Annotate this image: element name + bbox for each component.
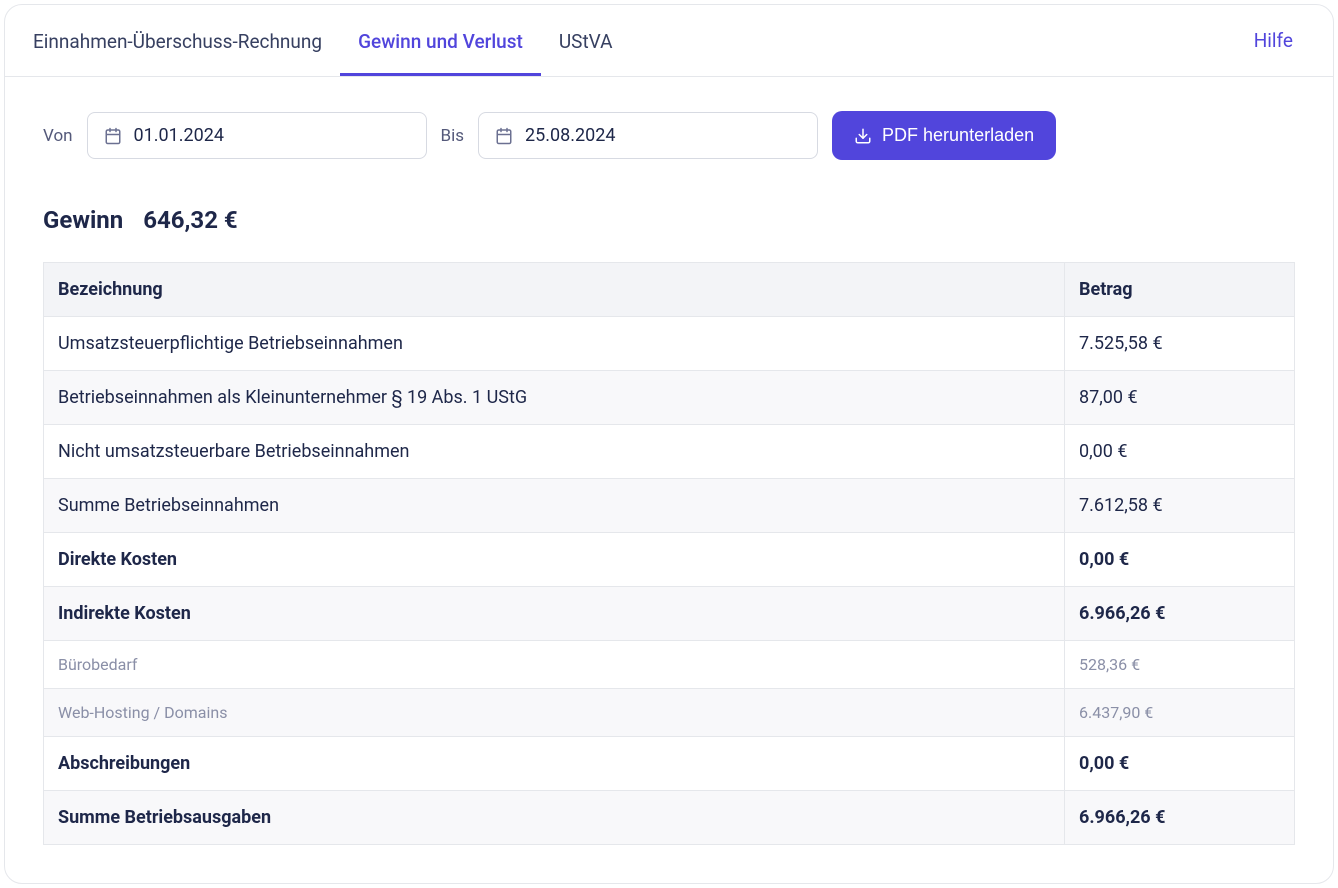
profit-label: Gewinn [43, 206, 123, 234]
cell-amount: 6.966,26 € [1065, 791, 1295, 845]
cell-name: Betriebseinnahmen als Kleinunternehmer §… [44, 371, 1065, 425]
profit-loss-table: Bezeichnung Betrag Umsatzsteuerpflichtig… [43, 262, 1295, 845]
cell-name: Abschreibungen [44, 737, 1065, 791]
col-header-amount: Betrag [1065, 263, 1295, 317]
cell-amount: 6.437,90 € [1065, 689, 1295, 737]
profit-summary: Gewinn 646,32 € [43, 206, 1295, 234]
content-area: Von 01.01.2024 Bis 25.08.2024 [5, 77, 1333, 883]
help-link[interactable]: Hilfe [1224, 5, 1323, 76]
cell-name: Web-Hosting / Domains [44, 689, 1065, 737]
cell-amount: 0,00 € [1065, 533, 1295, 587]
table-body: Umsatzsteuerpflichtige Betriebseinnahmen… [44, 317, 1295, 845]
cell-name: Indirekte Kosten [44, 587, 1065, 641]
calendar-icon [495, 127, 513, 145]
cell-amount: 528,36 € [1065, 641, 1295, 689]
tabs-bar: Einnahmen-Überschuss-Rechnung Gewinn und… [5, 5, 1333, 77]
cell-name: Direkte Kosten [44, 533, 1065, 587]
from-date-input[interactable]: 01.01.2024 [87, 112, 427, 159]
cell-name: Summe Betriebsausgaben [44, 791, 1065, 845]
tab-eur[interactable]: Einnahmen-Überschuss-Rechnung [15, 6, 340, 75]
cell-amount: 6.966,26 € [1065, 587, 1295, 641]
cell-name: Nicht umsatzsteuerbare Betriebseinnahmen [44, 425, 1065, 479]
cell-name: Summe Betriebseinnahmen [44, 479, 1065, 533]
cell-name: Umsatzsteuerpflichtige Betriebseinnahmen [44, 317, 1065, 371]
table-row: Direkte Kosten0,00 € [44, 533, 1295, 587]
cell-amount: 7.612,58 € [1065, 479, 1295, 533]
cell-amount: 0,00 € [1065, 425, 1295, 479]
table-row: Summe Betriebsausgaben6.966,26 € [44, 791, 1295, 845]
to-date-input[interactable]: 25.08.2024 [478, 112, 818, 159]
profit-value: 646,32 € [143, 206, 238, 234]
col-header-name: Bezeichnung [44, 263, 1065, 317]
to-label: Bis [441, 126, 465, 146]
table-row: Summe Betriebseinnahmen7.612,58 € [44, 479, 1295, 533]
download-pdf-label: PDF herunterladen [882, 125, 1034, 146]
table-row: Indirekte Kosten6.966,26 € [44, 587, 1295, 641]
tab-ustva[interactable]: UStVA [541, 6, 631, 75]
tab-profit-loss[interactable]: Gewinn und Verlust [340, 6, 541, 75]
filter-row: Von 01.01.2024 Bis 25.08.2024 [43, 111, 1295, 160]
from-date-value: 01.01.2024 [134, 125, 224, 146]
table-row: Nicht umsatzsteuerbare Betriebseinnahmen… [44, 425, 1295, 479]
from-label: Von [43, 126, 73, 146]
table-row: Abschreibungen0,00 € [44, 737, 1295, 791]
cell-name: Bürobedarf [44, 641, 1065, 689]
download-icon [854, 127, 872, 145]
table-row: Web-Hosting / Domains6.437,90 € [44, 689, 1295, 737]
cell-amount: 7.525,58 € [1065, 317, 1295, 371]
table-row: Bürobedarf528,36 € [44, 641, 1295, 689]
table-row: Umsatzsteuerpflichtige Betriebseinnahmen… [44, 317, 1295, 371]
report-card: Einnahmen-Überschuss-Rechnung Gewinn und… [4, 4, 1334, 884]
download-pdf-button[interactable]: PDF herunterladen [832, 111, 1056, 160]
to-date-value: 25.08.2024 [525, 125, 615, 146]
cell-amount: 87,00 € [1065, 371, 1295, 425]
cell-amount: 0,00 € [1065, 737, 1295, 791]
table-row: Betriebseinnahmen als Kleinunternehmer §… [44, 371, 1295, 425]
calendar-icon [104, 127, 122, 145]
